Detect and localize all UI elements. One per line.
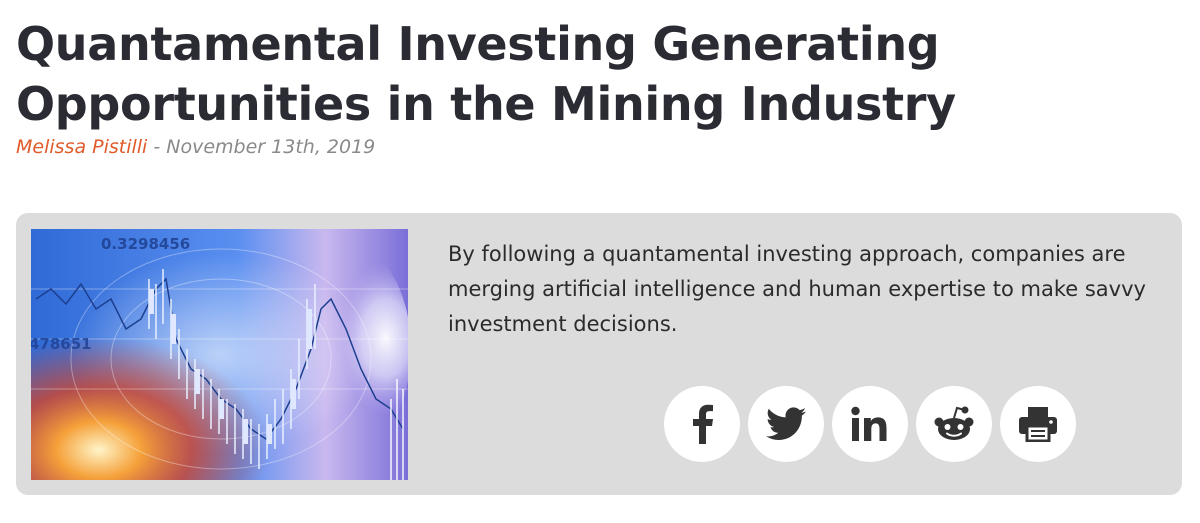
article-summary: By following a quantamental investing ap…: [448, 242, 1146, 336]
article-page: Quantamental Investing Generating Opport…: [0, 0, 1200, 523]
article-title-line-2: Opportunities in the Mining Industry: [16, 77, 956, 131]
image-number-left: 478651: [31, 335, 92, 353]
reddit-icon: [934, 406, 974, 440]
byline-separator: -: [147, 136, 167, 158]
publish-date: November 13th, 2019: [166, 136, 376, 158]
print-icon: [1019, 407, 1057, 442]
article-title: Quantamental Investing Generating Opport…: [16, 14, 1176, 134]
article-byline: Melissa Pistilli - November 13th, 2019: [16, 136, 375, 158]
image-number-top: 0.3298456: [101, 235, 190, 253]
share-facebook-button[interactable]: [664, 386, 740, 462]
facebook-icon: [693, 404, 713, 444]
share-twitter-button[interactable]: [748, 386, 824, 462]
share-buttons: [664, 386, 1076, 462]
article-summary-card: 0.3298456 478651 By following a quantame…: [16, 213, 1182, 495]
share-reddit-button[interactable]: [916, 386, 992, 462]
share-linkedin-button[interactable]: [832, 386, 908, 462]
linkedin-icon: [851, 406, 887, 441]
article-thumbnail[interactable]: 0.3298456 478651: [31, 229, 408, 480]
author-link[interactable]: Melissa Pistilli: [16, 136, 147, 158]
article-title-line-1: Quantamental Investing Generating: [16, 17, 940, 71]
ai-stock-chart-image: 0.3298456 478651: [31, 229, 408, 480]
twitter-icon: [766, 407, 806, 440]
print-button[interactable]: [1000, 386, 1076, 462]
